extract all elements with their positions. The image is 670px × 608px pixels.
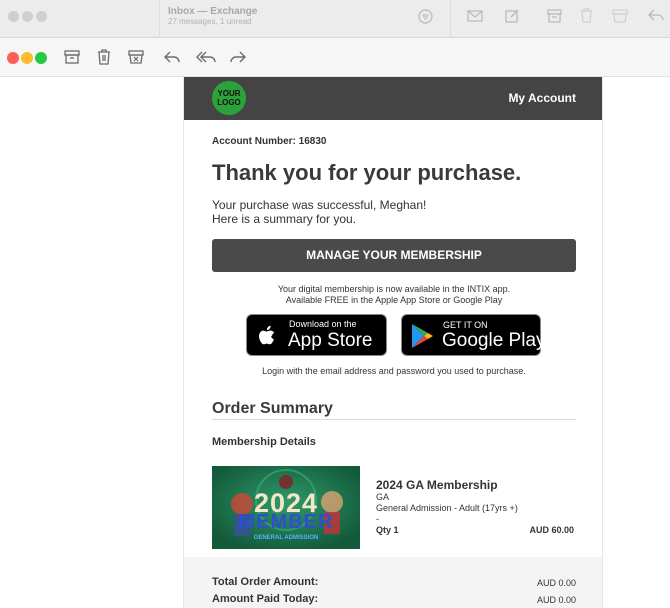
total-order-value: AUD 0.00 — [536, 578, 576, 588]
item-qty: Qty 1 — [376, 525, 399, 535]
trash-icon[interactable] — [95, 48, 113, 66]
zoom-button[interactable] — [35, 52, 47, 64]
membership-caption: GENERAL ADMISSION — [253, 535, 319, 541]
totals-section: Total Order Amount: AUD 0.00 Amount Paid… — [184, 557, 602, 608]
apple-icon — [259, 325, 275, 345]
item-title: 2024 GA Membership — [376, 478, 498, 492]
bg-archive-icon[interactable] — [547, 9, 562, 23]
google-play-badge[interactable]: GET IT ON Google Play — [401, 314, 546, 356]
background-mail-window: Inbox — Exchange 27 messages, 1 unread — [0, 0, 670, 38]
login-note: Login with the email address and passwor… — [262, 366, 526, 376]
close-button[interactable] — [7, 52, 19, 64]
message-line: Your purchase was successful, Meghan! — [212, 198, 427, 212]
mailbox-title: Inbox — Exchange — [168, 6, 258, 17]
mailbox-subtitle: 27 messages, 1 unread — [168, 17, 252, 26]
membership-image: 2024 MEMBER GENERAL ADMISSION — [212, 466, 360, 549]
item-line: GA — [376, 492, 390, 502]
email-body: YOUR LOGO My Account Account Number: 1683… — [183, 77, 603, 608]
reply-icon[interactable] — [163, 48, 181, 66]
message-line: Here is a summary for you. — [212, 212, 357, 226]
item-line: General Admission - Adult (17yrs +) — [376, 503, 518, 513]
reply-all-icon[interactable] — [195, 48, 217, 66]
app-store-small-text: Download on the — [289, 319, 357, 329]
google-play-text: Google Play — [442, 330, 546, 351]
forward-icon[interactable] — [229, 48, 247, 66]
filter-icon[interactable] — [418, 9, 433, 24]
item-line: - — [376, 514, 379, 524]
bg-divider — [450, 0, 451, 38]
manage-membership-button[interactable]: MANAGE YOUR MEMBERSHIP — [212, 239, 576, 272]
account-number: Account Number: 16830 — [212, 136, 327, 147]
bg-junk-icon[interactable] — [612, 9, 628, 23]
archive-icon[interactable] — [63, 48, 81, 66]
bg-minimize-dot — [22, 11, 33, 22]
email-message: Your purchase was successful, Meghan! He… — [212, 198, 426, 226]
bg-zoom-dot — [36, 11, 47, 22]
minimize-button[interactable] — [21, 52, 33, 64]
junk-icon[interactable] — [127, 48, 145, 66]
app-store-text: App Store — [288, 330, 373, 351]
membership-word: MEMBER — [238, 511, 334, 533]
divider — [212, 419, 576, 420]
bg-close-dot — [8, 11, 19, 22]
item-price: AUD 60.00 — [529, 525, 574, 535]
google-play-small-text: GET IT ON — [443, 320, 488, 330]
bg-divider — [159, 0, 160, 38]
bg-reply-icon[interactable] — [648, 9, 664, 22]
app-note-line: Available FREE in the Apple App Store or… — [285, 295, 503, 305]
amount-paid-value: AUD 0.00 — [536, 595, 576, 605]
app-note: Your digital membership is now available… — [212, 284, 576, 306]
app-store-badge[interactable]: Download on the App Store — [246, 314, 387, 356]
total-order-label: Total Order Amount: — [212, 576, 319, 588]
email-heading: Thank you for your purchase. — [212, 160, 522, 185]
brand-logo[interactable]: YOUR LOGO — [212, 81, 246, 115]
google-play-icon — [412, 324, 433, 348]
get-mail-icon[interactable] — [467, 9, 483, 23]
order-summary-heading: Order Summary — [212, 400, 333, 417]
compose-icon[interactable] — [505, 8, 520, 23]
bg-trash-icon[interactable] — [580, 8, 593, 23]
membership-details-heading: Membership Details — [212, 436, 316, 448]
app-note-line: Your digital membership is now available… — [277, 284, 511, 294]
amount-paid-label: Amount Paid Today: — [212, 593, 319, 605]
email-header: YOUR LOGO My Account — [184, 77, 602, 120]
my-account-link[interactable]: My Account — [508, 91, 576, 105]
